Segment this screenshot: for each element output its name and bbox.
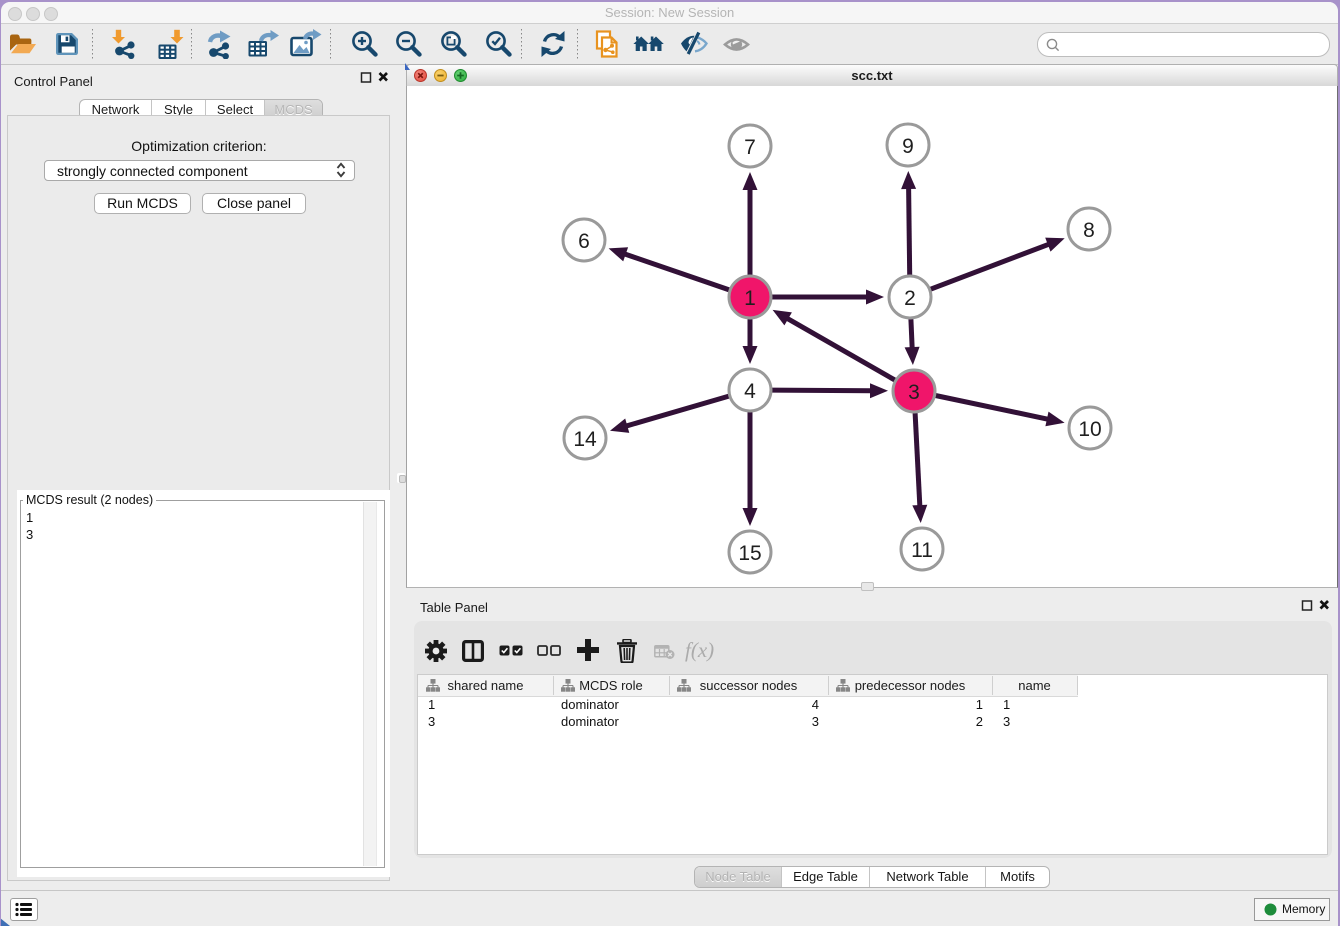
svg-text:7: 7	[744, 136, 756, 159]
svg-text:10: 10	[1078, 418, 1101, 441]
svg-text:14: 14	[573, 428, 597, 451]
svg-text:6: 6	[578, 230, 590, 253]
svg-text:11: 11	[911, 539, 933, 562]
svg-text:15: 15	[738, 542, 761, 565]
svg-text:1: 1	[744, 287, 756, 310]
svg-text:2: 2	[904, 287, 916, 310]
svg-text:4: 4	[744, 380, 756, 403]
svg-text:9: 9	[902, 135, 914, 158]
svg-text:3: 3	[908, 381, 920, 404]
svg-text:8: 8	[1083, 219, 1095, 242]
